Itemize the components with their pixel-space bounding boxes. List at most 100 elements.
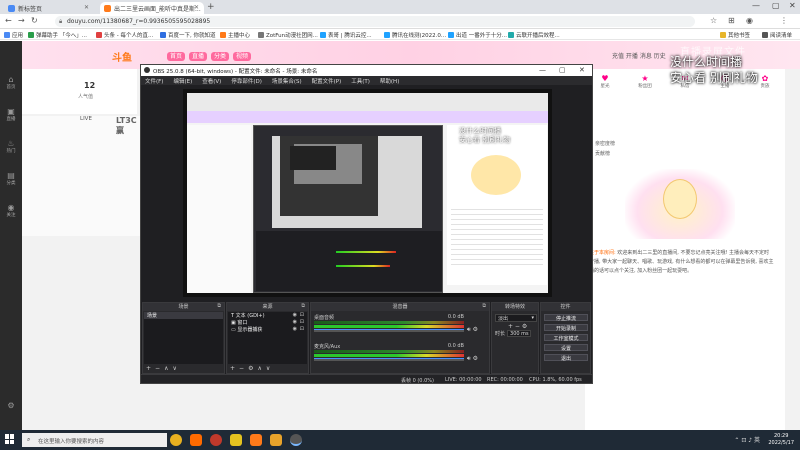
bookmark-item[interactable]: 云联开播后效程... (508, 31, 560, 39)
volume-slider[interactable] (314, 329, 464, 332)
transition-select[interactable]: 淡出 ▾ (495, 314, 537, 322)
left-nav-item[interactable]: ♨ 热门 (0, 139, 22, 154)
files-app-icon[interactable] (270, 434, 282, 446)
exit-button[interactable]: 退出 (544, 354, 588, 362)
dock-float-icon[interactable]: ⧉ (301, 303, 305, 309)
close-window-icon[interactable]: ✕ (789, 1, 796, 10)
new-tab-icon[interactable]: + (207, 2, 215, 12)
minimize-icon[interactable]: — (539, 66, 546, 74)
chrome-app-icon[interactable] (170, 434, 182, 446)
move-down-icon[interactable]: ∨ (172, 365, 176, 372)
left-nav-item[interactable]: ▤ 分类 (0, 171, 22, 186)
qq-app-icon[interactable] (210, 434, 222, 446)
gear-icon[interactable]: ⚙ (248, 365, 253, 372)
tab-douyu[interactable]: 出二三里云画面_能听中真是斯... ✕ (100, 2, 204, 14)
menu-scene-collection[interactable]: 场景集合(S) (272, 79, 302, 85)
eye-icon[interactable]: ◉ (293, 326, 297, 332)
promo-banner[interactable]: LIVE LT3C赢 (80, 116, 140, 136)
reload-icon[interactable]: ↻ (31, 16, 38, 25)
menu-profile[interactable]: 配置文件(P) (312, 79, 342, 85)
duration-input[interactable]: 300 ms (507, 330, 532, 337)
tab-close-icon[interactable]: ✕ (84, 4, 89, 11)
source-item[interactable]: ▭ 显示器捕获 ◉ ⊡ (228, 326, 307, 333)
address-bar[interactable]: 🔒︎ douyu.com/11380687_r=0.99365055950288… (55, 16, 695, 27)
menu-tools[interactable]: 工具(T) (351, 79, 370, 85)
taskbar-clock[interactable]: 20:29 2022/5/17 (768, 433, 794, 447)
move-up-icon[interactable]: ∧ (164, 365, 168, 372)
channel-tab[interactable]: 首页 (167, 52, 186, 61)
speaker-icon[interactable]: 🔊︎ ⚙ (467, 355, 478, 363)
obs-window[interactable]: OBS 25.0.8 (64-bit, windows) - 配置文件: 未命名… (140, 64, 593, 384)
yellow-app-icon[interactable] (230, 434, 242, 446)
right-icon-item[interactable]: ★ 粉丝团 (625, 74, 665, 89)
menu-icon[interactable]: ⋮ (780, 16, 788, 25)
maximize-icon[interactable]: ▢ (559, 66, 566, 74)
lock-icon[interactable]: ⊡ (300, 326, 304, 332)
profile-icon[interactable]: ◉ (746, 16, 753, 25)
eye-icon[interactable]: ◉ (293, 312, 297, 318)
menu-help[interactable]: 帮助(H) (380, 79, 399, 85)
menu-edit[interactable]: 编辑(E) (173, 79, 192, 85)
remove-icon[interactable]: − (155, 365, 160, 372)
source-item[interactable]: T 文本 (GDI+) ◉ ⊡ (228, 312, 307, 319)
move-up-icon[interactable]: ∧ (257, 365, 261, 372)
menu-docks[interactable]: 停靠部件(D) (231, 79, 262, 85)
move-down-icon[interactable]: ∨ (266, 365, 270, 372)
transition-controls[interactable]: + − ⚙ (508, 323, 527, 330)
bookmark-item[interactable]: 其他书签 (720, 31, 750, 39)
remove-icon[interactable]: − (239, 365, 244, 372)
bookmark-item[interactable]: 主播中心 (220, 31, 250, 39)
bookmark-item[interactable]: 百度一下, 你就知道 (160, 31, 216, 39)
left-nav-item[interactable]: ◉ 关注 (0, 203, 22, 218)
channel-tab[interactable]: 分类 (211, 52, 230, 61)
dock-float-icon[interactable]: ⧉ (217, 303, 221, 309)
windows-start-icon[interactable] (5, 434, 15, 444)
studio-mode-button[interactable]: 工作室模式 (544, 334, 588, 342)
tab-close-icon[interactable]: ✕ (194, 4, 199, 11)
bookmark-item[interactable]: 阅读清单 (762, 31, 792, 39)
bookmark-item[interactable]: 弹幕助手 「今へ」... (28, 31, 87, 39)
minimize-icon[interactable]: — (752, 1, 760, 10)
channel-tab[interactable]: 视频 (233, 52, 252, 61)
source-item[interactable]: ▣ 窗口 ◉ ⊡ (228, 319, 307, 326)
left-nav-item[interactable]: ▣ 直播 (0, 107, 22, 122)
settings-icon[interactable]: ⚙ (0, 401, 22, 410)
eye-icon[interactable]: ◉ (293, 319, 297, 325)
stop-streaming-button[interactable]: 停止推流 (544, 314, 588, 322)
scene-item[interactable]: 场景 (144, 312, 223, 319)
forward-icon[interactable]: → (18, 16, 25, 25)
back-icon[interactable]: ← (5, 16, 12, 25)
add-icon[interactable]: + (230, 365, 235, 372)
extension-icon[interactable]: ⊞ (728, 16, 735, 25)
bookmark-item[interactable]: 应用 (4, 31, 23, 39)
lock-icon[interactable]: ⊡ (300, 312, 304, 318)
bookmark-item[interactable]: 头条 - 每个人的直... (96, 31, 153, 39)
obs-app-icon[interactable] (290, 434, 302, 446)
dock-float-icon[interactable]: ⧉ (482, 303, 486, 309)
start-recording-button[interactable]: 开始录制 (544, 324, 588, 332)
rank-item[interactable]: 亲密度榜 (595, 139, 615, 149)
maximize-icon[interactable]: ▢ (772, 1, 780, 10)
taskbar-search[interactable]: ⌕ 在这里输入你要搜索的内容 (22, 433, 167, 447)
left-nav-item[interactable]: ⌂ 首页 (0, 75, 22, 90)
menu-file[interactable]: 文件(F) (145, 79, 163, 85)
orange-app-icon[interactable] (250, 434, 262, 446)
add-icon[interactable]: + (146, 365, 151, 372)
bookmark-item[interactable]: 腾讯在线测(2022.0... (384, 31, 446, 39)
close-icon[interactable]: ✕ (579, 66, 585, 74)
header-actions[interactable]: 充值 开播 消息 历史 (612, 51, 666, 60)
bookmark-item[interactable]: 表哥 | 腾讯云控... (320, 31, 372, 39)
rank-item[interactable]: 贡献榜 (595, 149, 615, 159)
channel-tab[interactable]: 直播 (189, 52, 208, 61)
tab-new[interactable]: 新标签页 ✕ (4, 2, 94, 14)
speaker-icon[interactable]: 🔊︎ ⚙ (467, 326, 478, 334)
settings-button[interactable]: 设置 (544, 344, 588, 352)
menu-view[interactable]: 查看(V) (202, 79, 221, 85)
douyu-logo[interactable]: 斗鱼 (112, 49, 132, 64)
system-tray[interactable]: ⌃ ⊡ ♪ 英 (734, 435, 760, 444)
volume-slider[interactable] (314, 358, 464, 361)
douyu-live-app-icon[interactable] (190, 434, 202, 446)
bookmark-item[interactable]: 出道 一番外于十分... (448, 31, 507, 39)
lock-icon[interactable]: ⊡ (300, 319, 304, 325)
obs-preview[interactable]: 没什么时间播 安心看 别刷礼物 (183, 89, 552, 297)
